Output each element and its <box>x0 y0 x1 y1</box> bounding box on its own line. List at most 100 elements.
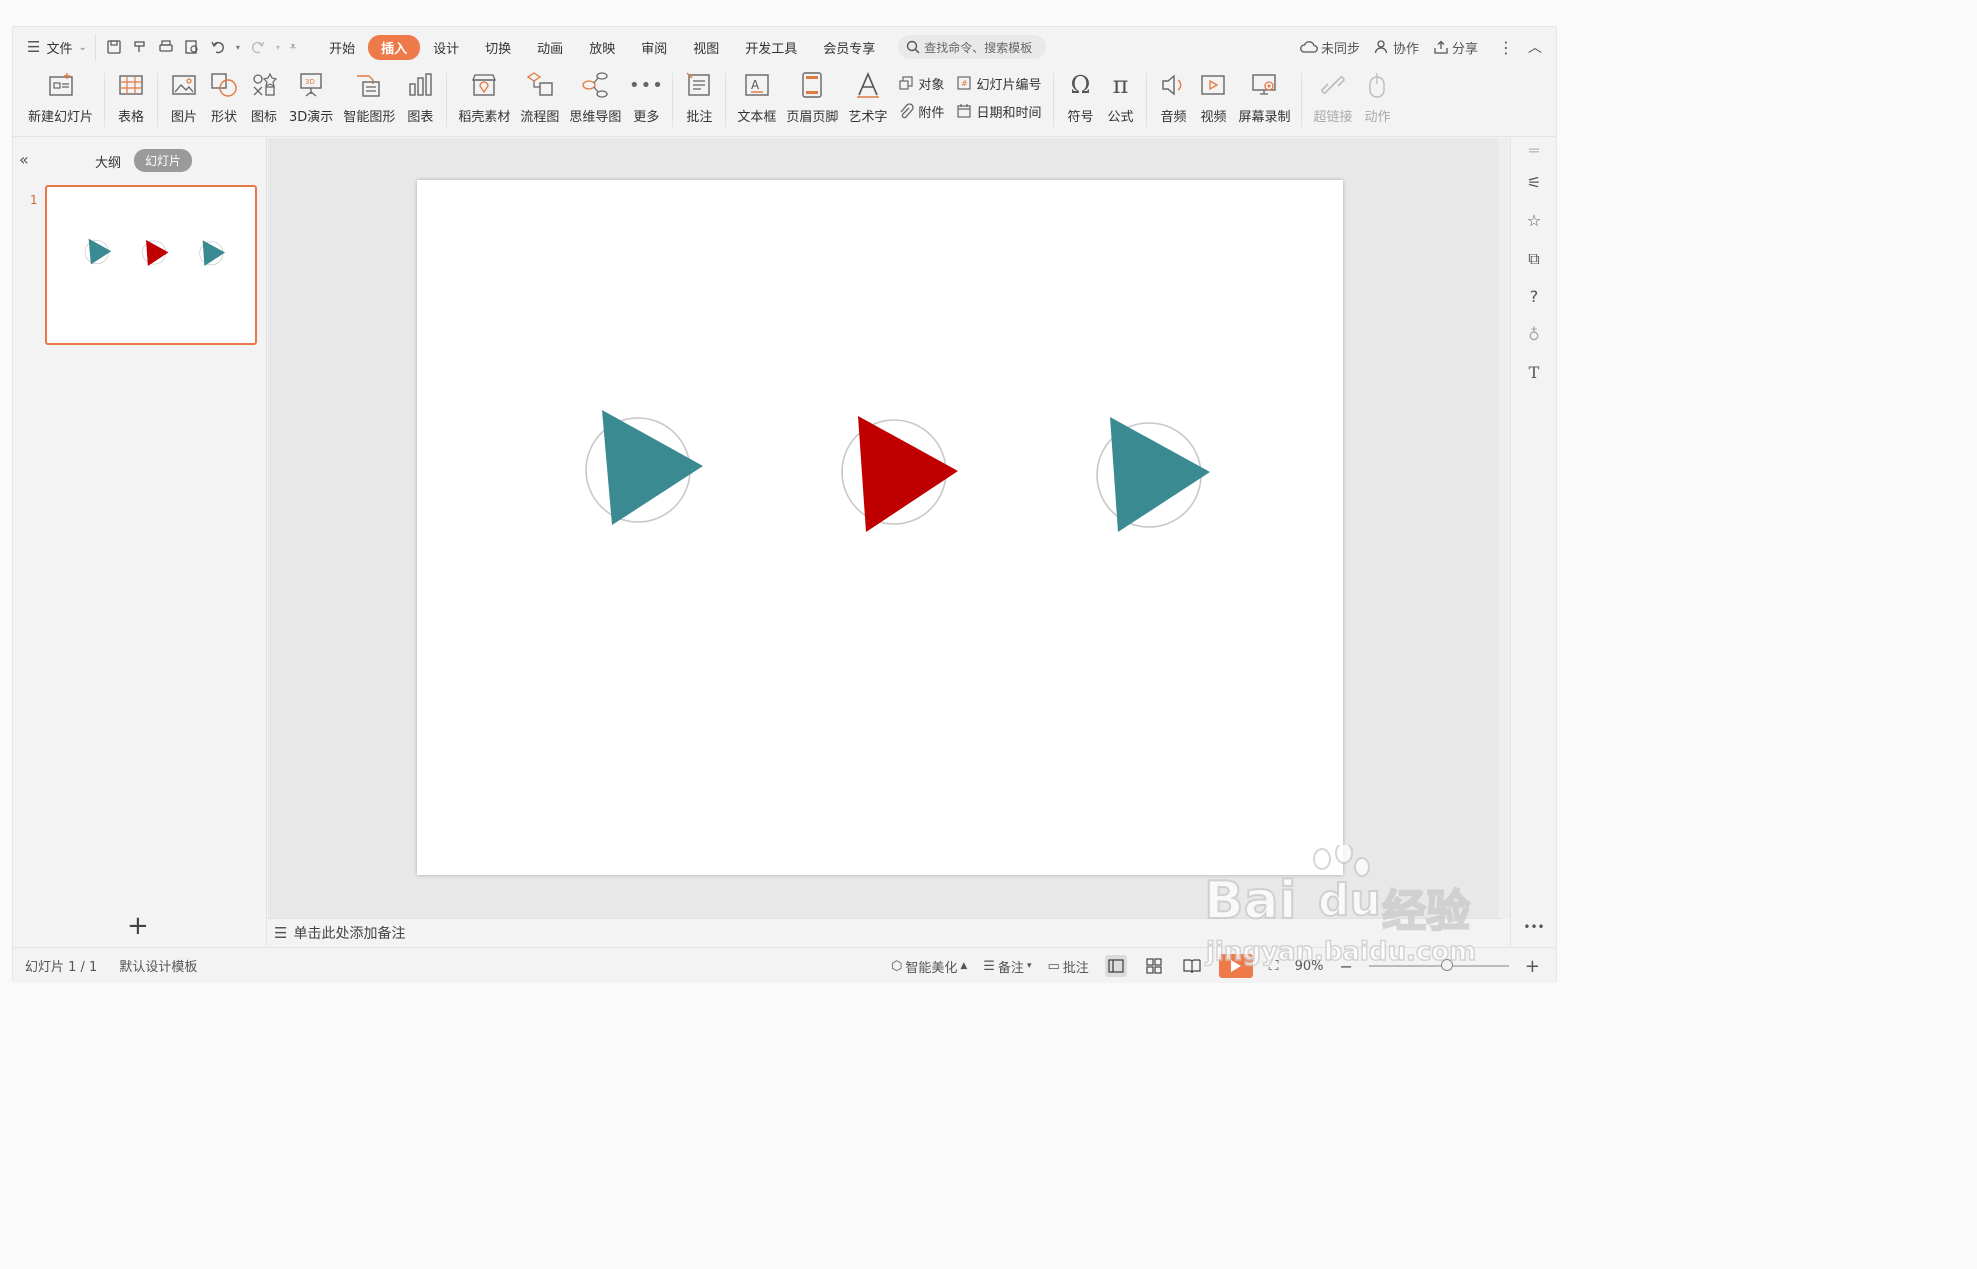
slide-number-button[interactable]: # 幻灯片编号 <box>956 73 1041 93</box>
icon-library-icon <box>253 72 278 96</box>
comments-toggle-button[interactable]: ▭ 批注 <box>1047 957 1088 976</box>
more-button[interactable]: ••• 更多 <box>626 67 666 129</box>
collapse-panel-icon[interactable]: « <box>19 150 29 169</box>
new-slide-button[interactable]: 新建幻灯片 <box>23 67 98 129</box>
smartart-button[interactable]: 智能图形 <box>338 67 400 129</box>
normal-view-icon <box>1108 959 1124 973</box>
header-footer-button[interactable]: 页眉页脚 <box>781 67 843 129</box>
tab-outline[interactable]: 大纲 <box>95 152 121 171</box>
chart-icon <box>409 73 433 96</box>
notes-bar[interactable]: ☰ 单击此处添加备注 <box>268 918 1501 946</box>
zoom-out-icon[interactable]: − <box>1340 957 1353 976</box>
star-icon[interactable]: ☆ <box>1523 210 1545 232</box>
material-button[interactable]: 稻壳素材 <box>453 67 515 129</box>
hyperlink-button[interactable]: 超链接 <box>1308 67 1357 129</box>
tab-review[interactable]: 审阅 <box>628 35 680 60</box>
play-shape-3[interactable] <box>1096 417 1210 532</box>
redo-icon[interactable] <box>250 39 266 55</box>
normal-view-button[interactable] <box>1104 955 1127 977</box>
play-slideshow-button[interactable] <box>1218 954 1253 978</box>
sorter-view-button[interactable] <box>1143 955 1165 977</box>
play-shape-2[interactable] <box>841 416 958 532</box>
action-button[interactable]: 动作 <box>1357 67 1397 129</box>
zoom-slider-knob[interactable] <box>1440 959 1453 971</box>
copy-layout-icon[interactable]: ⧉ <box>1523 248 1545 270</box>
redo-dropdown-icon[interactable]: ▾ <box>276 43 280 52</box>
ribbon-tabs: 开始 插入 设计 切换 动画 放映 审阅 视图 开发工具 会员专享 <box>316 34 888 60</box>
tab-transitions[interactable]: 切换 <box>472 35 524 60</box>
tab-design[interactable]: 设计 <box>420 35 472 60</box>
video-button[interactable]: 视频 <box>1193 67 1233 129</box>
datetime-button[interactable]: 日期和时间 <box>956 101 1041 121</box>
canvas-scrollbar[interactable] <box>1498 138 1510 918</box>
tab-insert[interactable]: 插入 <box>368 34 421 60</box>
collapse-ribbon-icon[interactable]: ︿ <box>1528 37 1542 57</box>
attachment-button[interactable]: 附件 <box>898 101 944 121</box>
mindmap-button[interactable]: 思维导图 <box>564 67 626 129</box>
collaborate-button[interactable]: 协作 <box>1374 38 1419 57</box>
play-shape-1[interactable] <box>585 410 703 525</box>
slide-number-icon: # <box>957 76 972 90</box>
audio-button[interactable]: 音频 <box>1153 67 1193 129</box>
tab-developer[interactable]: 开发工具 <box>732 35 810 60</box>
notes-toggle-button[interactable]: ☰ 备注 ▾ <box>983 957 1031 976</box>
slide-thumbnail-number: 1 <box>30 193 38 207</box>
flowchart-button[interactable]: 流程图 <box>515 67 564 129</box>
fit-window-icon[interactable]: ⛶ <box>1269 958 1279 974</box>
help-icon[interactable]: ? <box>1523 286 1545 308</box>
search-placeholder: 查找命令、搜索模板 <box>924 40 1033 55</box>
reading-view-button[interactable] <box>1181 955 1203 977</box>
formula-button[interactable]: π 公式 <box>1100 67 1140 129</box>
3d-demo-button[interactable]: 3D 3D演示 <box>284 67 338 129</box>
current-slide[interactable] <box>417 180 1343 875</box>
caret-down-icon: ▾ <box>1026 961 1032 971</box>
settings-sliders-icon[interactable]: ⚟ <box>1523 172 1545 194</box>
text-icon[interactable]: T <box>1523 362 1545 384</box>
undo-dropdown-icon[interactable]: ▾ <box>236 43 240 52</box>
object-button[interactable]: 对象 <box>898 73 944 93</box>
print-icon[interactable] <box>158 39 174 55</box>
table-button[interactable]: 表格 <box>111 67 151 129</box>
screen-record-button[interactable]: 屏幕录制 <box>1233 67 1295 129</box>
tab-view[interactable]: 视图 <box>680 35 732 60</box>
tab-animations[interactable]: 动画 <box>524 35 576 60</box>
speaker-icon <box>1162 74 1182 96</box>
chart-button[interactable]: 图表 <box>400 67 440 129</box>
undo-icon[interactable] <box>210 39 226 55</box>
textbox-button[interactable]: A 文本框 <box>732 67 781 129</box>
zoom-in-icon[interactable]: + <box>1525 956 1540 977</box>
format-painter-icon[interactable] <box>132 39 148 55</box>
zoom-slider[interactable] <box>1368 959 1509 971</box>
tab-member[interactable]: 会员专享 <box>810 35 888 60</box>
lightbulb-icon[interactable]: ♁ <box>1523 324 1545 346</box>
tab-slideshow[interactable]: 放映 <box>576 35 628 60</box>
more-horizontal-icon[interactable]: ••• <box>1523 916 1545 938</box>
more-vertical-icon[interactable]: ⋮ <box>1498 38 1514 57</box>
tab-home[interactable]: 开始 <box>316 35 368 60</box>
share-button[interactable]: 分享 <box>1433 38 1478 57</box>
icon-button[interactable]: 图标 <box>244 67 284 129</box>
zoom-level[interactable]: 90% <box>1295 959 1324 974</box>
command-search[interactable]: 查找命令、搜索模板 <box>898 35 1047 59</box>
wordart-button[interactable]: 艺术字 <box>843 67 892 129</box>
save-icon[interactable] <box>106 39 122 55</box>
symbol-button[interactable]: Ω 符号 <box>1060 67 1100 129</box>
print-preview-icon[interactable] <box>184 39 200 55</box>
action-label: 动作 <box>1364 110 1391 125</box>
template-name[interactable]: 默认设计模板 <box>119 956 197 975</box>
hamburger-icon: ☰ <box>27 38 41 56</box>
comment-button[interactable]: 批注 <box>679 67 719 129</box>
icon-label: 图标 <box>251 110 278 125</box>
add-slide-icon[interactable]: + <box>127 911 149 941</box>
flowchart-icon <box>526 72 553 96</box>
smart-beautify-button[interactable]: ⬡ 智能美化 ▲ <box>891 957 967 976</box>
picture-button[interactable]: 图片 <box>164 67 204 129</box>
shape-button[interactable]: 形状 <box>204 67 244 129</box>
file-menu[interactable]: ☰ 文件 ⌄ <box>27 34 96 60</box>
ribbon-divider <box>104 73 106 127</box>
sync-status-button[interactable]: 未同步 <box>1300 38 1360 57</box>
header-footer-icon <box>802 72 823 98</box>
tab-slides[interactable]: 幻灯片 <box>134 149 193 172</box>
customize-toolbar-icon[interactable]: ⩡ <box>290 40 296 54</box>
slide-thumbnail[interactable] <box>45 185 257 345</box>
